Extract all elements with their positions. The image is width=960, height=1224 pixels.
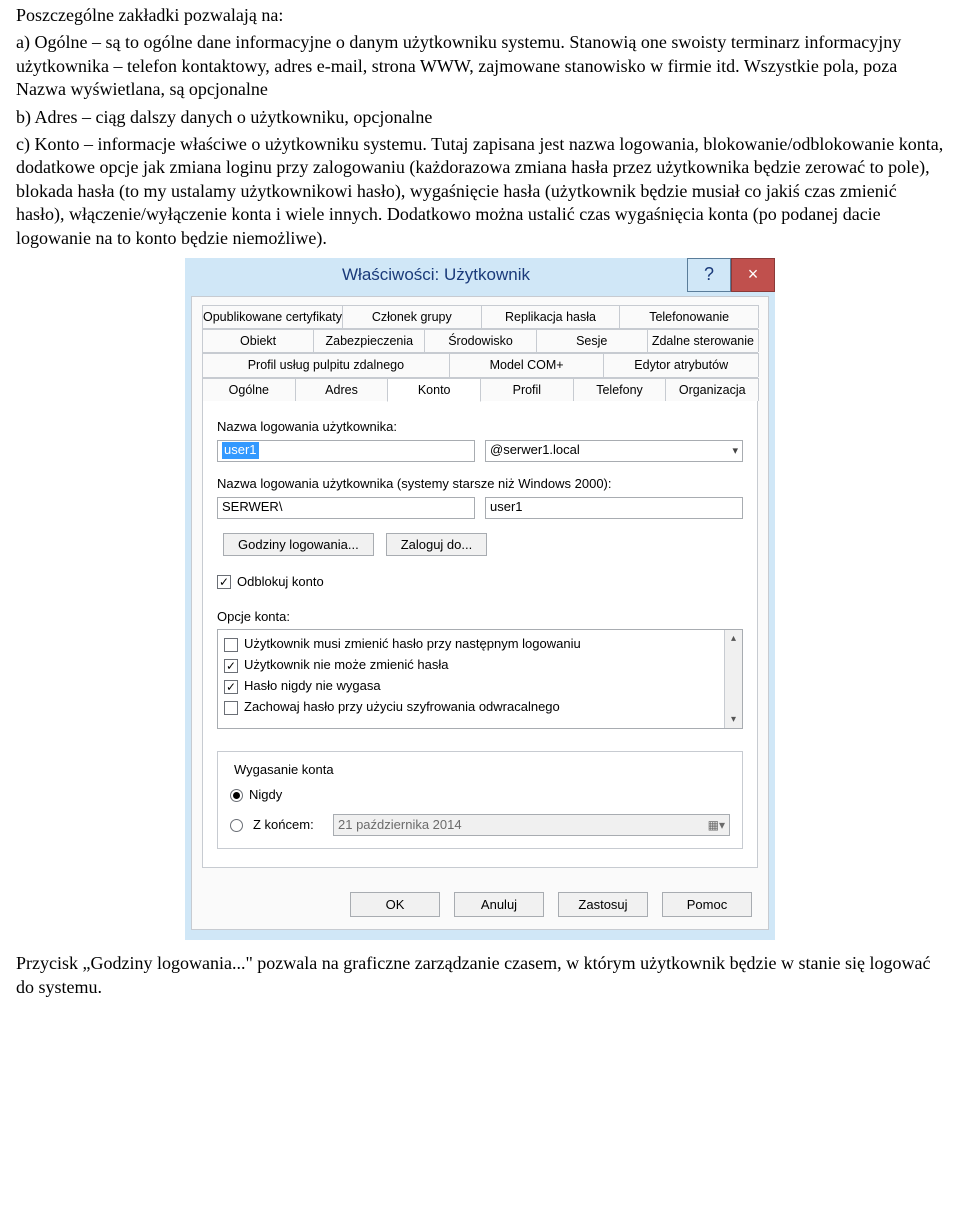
tab-account[interactable]: Konto	[387, 378, 481, 402]
account-expiry-group: Wygasanie konta Nigdy Z końcem: 21 paźdz…	[217, 751, 743, 849]
account-options-listbox[interactable]: Użytkownik musi zmienić hasło przy nastę…	[217, 629, 743, 729]
logon-hours-button[interactable]: Godziny logowania...	[223, 533, 374, 556]
user-logon-input[interactable]: user1	[217, 440, 475, 462]
tab-certificates[interactable]: Opublikowane certyfikaty	[202, 305, 343, 328]
body-text: a) Ogólne – są to ogólne dane informacyj…	[16, 31, 944, 101]
logon-to-button[interactable]: Zaloguj do...	[386, 533, 488, 556]
scroll-up-icon[interactable]: ▴	[731, 632, 736, 645]
tab-sessions[interactable]: Sesje	[536, 329, 648, 352]
calendar-icon: ▦▾	[708, 818, 725, 834]
scroll-down-icon[interactable]: ▾	[731, 713, 736, 726]
upn-suffix-combo[interactable]: @serwer1.local ▾	[485, 440, 743, 462]
opt-label: Użytkownik musi zmienić hasło przy nastę…	[244, 636, 581, 653]
expire-end-label: Z końcem:	[253, 817, 323, 834]
opt-label: Zachowaj hasło przy użyciu szyfrowania o…	[244, 699, 560, 716]
body-text: Poszczególne zakładki pozwalają na:	[16, 4, 944, 27]
sam-account-input[interactable]: user1	[485, 497, 743, 519]
properties-dialog: Właściwości: Użytkownik ? × Opublikowane…	[185, 258, 775, 940]
upn-suffix-value: @serwer1.local	[490, 442, 580, 459]
tab-dial-in[interactable]: Telefonowanie	[619, 305, 759, 328]
tab-password-replication[interactable]: Replikacja hasła	[481, 305, 621, 328]
expire-date-value: 21 października 2014	[338, 817, 462, 834]
tab-address[interactable]: Adres	[295, 378, 389, 401]
scrollbar[interactable]: ▴ ▾	[724, 630, 742, 728]
label-user-logon: Nazwa logowania użytkownika:	[217, 419, 743, 436]
help-button-footer[interactable]: Pomoc	[662, 892, 752, 917]
tab-rds-profile[interactable]: Profil usług pulpitu zdalnego	[202, 353, 450, 376]
tab-environment[interactable]: Środowisko	[424, 329, 536, 352]
tab-profile[interactable]: Profil	[480, 378, 574, 401]
tab-member-of[interactable]: Członek grupy	[342, 305, 482, 328]
tab-strip: Opublikowane certyfikaty Członek grupy R…	[202, 305, 758, 868]
tab-content-account: Nazwa logowania użytkownika: user1 @serw…	[202, 401, 758, 868]
dialog-title: Właściwości: Użytkownik	[185, 258, 687, 292]
body-text: c) Konto – informacje właściwe o użytkow…	[16, 133, 944, 250]
opt-label: Użytkownik nie może zmienić hasła	[244, 657, 448, 674]
sam-account-value: user1	[490, 499, 523, 516]
tab-com-plus[interactable]: Model COM+	[449, 353, 605, 376]
close-button[interactable]: ×	[731, 258, 775, 292]
ok-button[interactable]: OK	[350, 892, 440, 917]
tab-security[interactable]: Zabezpieczenia	[313, 329, 425, 352]
domain-prefix-input[interactable]: SERWER\	[217, 497, 475, 519]
apply-button[interactable]: Zastosuj	[558, 892, 648, 917]
tab-remote-control[interactable]: Zdalne sterowanie	[647, 329, 759, 352]
dialog-body: Opublikowane certyfikaty Członek grupy R…	[191, 296, 769, 930]
opt-must-change-checkbox[interactable]	[224, 638, 238, 652]
tab-telephones[interactable]: Telefony	[573, 378, 667, 401]
chevron-down-icon: ▾	[732, 444, 738, 458]
dialog-footer: OK Anuluj Zastosuj Pomoc	[202, 876, 758, 917]
domain-prefix-value: SERWER\	[222, 499, 282, 516]
titlebar: Właściwości: Użytkownik ? ×	[185, 258, 775, 292]
opt-cannot-change-checkbox[interactable]	[224, 659, 238, 673]
expire-end-radio[interactable]	[230, 819, 243, 832]
unlock-account-checkbox[interactable]	[217, 575, 231, 589]
expire-never-label: Nigdy	[249, 787, 282, 804]
selected-text: user1	[222, 442, 259, 459]
account-expiry-legend: Wygasanie konta	[230, 762, 338, 779]
expire-never-radio[interactable]	[230, 789, 243, 802]
body-text: b) Adres – ciąg dalszy danych o użytkown…	[16, 106, 944, 129]
opt-reversible-enc-checkbox[interactable]	[224, 701, 238, 715]
tab-general[interactable]: Ogólne	[202, 378, 296, 401]
tab-organization[interactable]: Organizacja	[665, 378, 759, 401]
label-account-options: Opcje konta:	[217, 609, 743, 626]
label-user-logon-pre2000: Nazwa logowania użytkownika (systemy sta…	[217, 476, 743, 493]
expire-date-picker[interactable]: 21 października 2014 ▦▾	[333, 814, 730, 836]
opt-label: Hasło nigdy nie wygasa	[244, 678, 381, 695]
unlock-account-label: Odblokuj konto	[237, 574, 324, 591]
cancel-button[interactable]: Anuluj	[454, 892, 544, 917]
body-text: Przycisk „Godziny logowania..." pozwala …	[16, 952, 944, 999]
help-button[interactable]: ?	[687, 258, 731, 292]
tab-attribute-editor[interactable]: Edytor atrybutów	[603, 353, 759, 376]
opt-never-expires-checkbox[interactable]	[224, 680, 238, 694]
tab-object[interactable]: Obiekt	[202, 329, 314, 352]
